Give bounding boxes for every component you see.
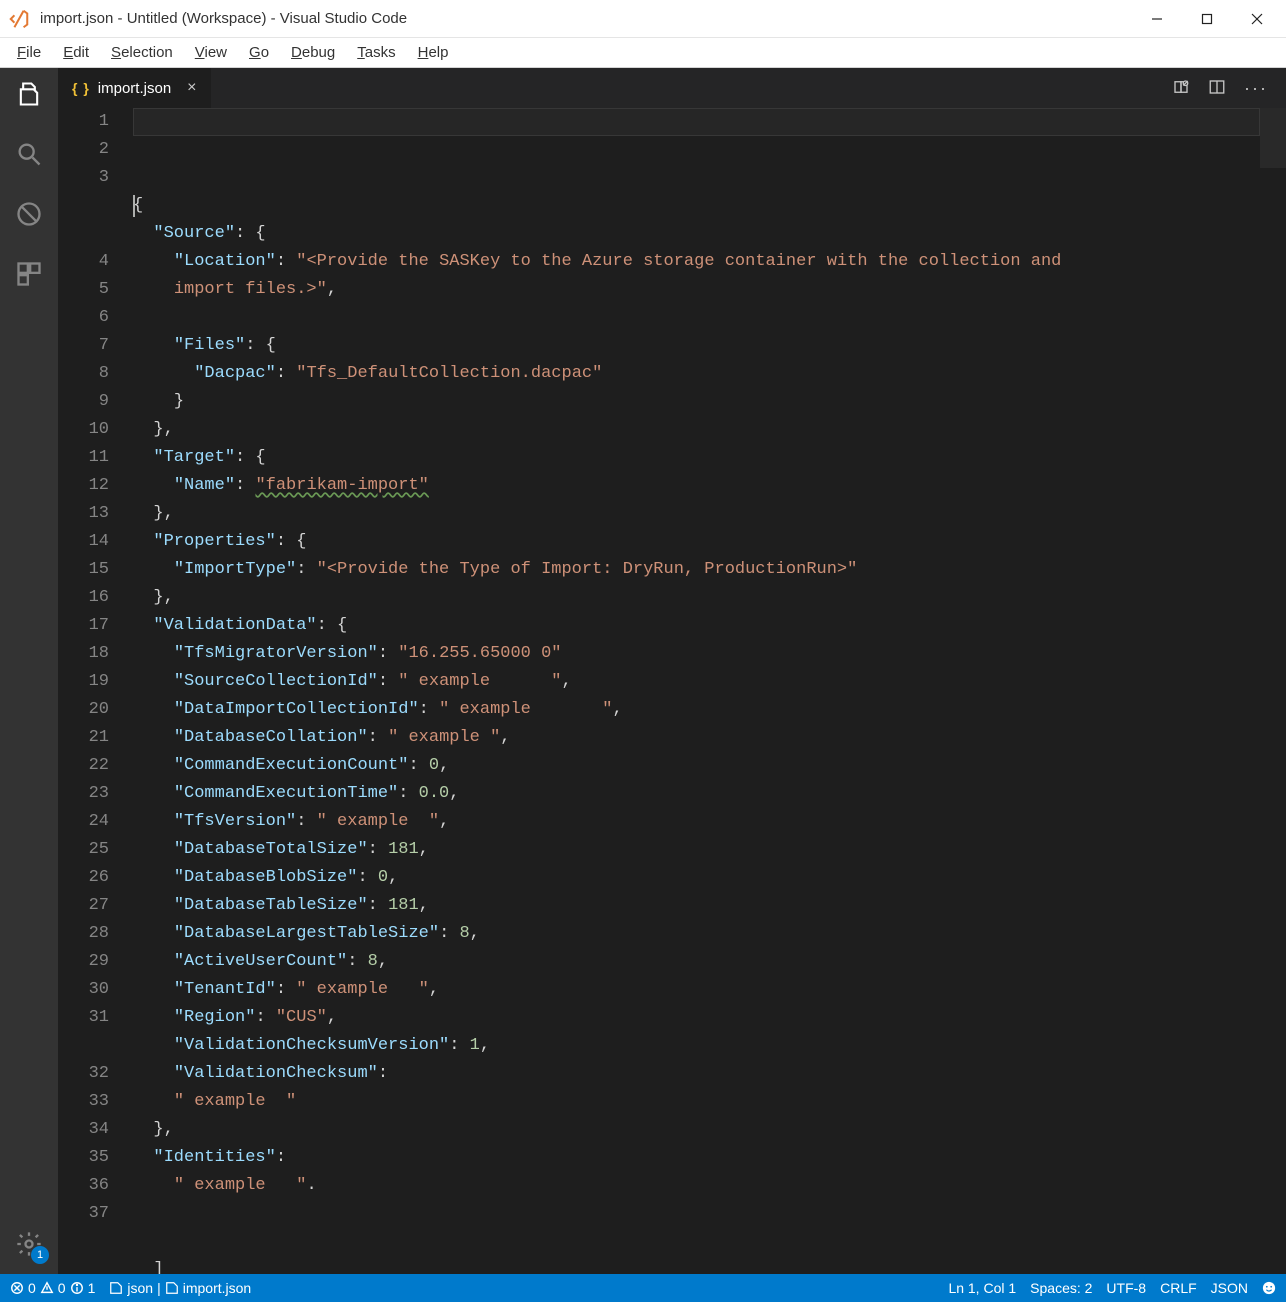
title-bar: import.json - Untitled (Workspace) - Vis… — [0, 0, 1286, 38]
status-eol[interactable]: CRLF — [1160, 1280, 1197, 1296]
activity-bar: 1 — [0, 68, 58, 1274]
editor-actions: ··· — [1172, 68, 1286, 108]
status-problems[interactable]: 0 0 1 — [10, 1280, 95, 1296]
minimap-viewport[interactable] — [1260, 108, 1286, 168]
maximize-button[interactable] — [1182, 0, 1232, 38]
editor-group: { } import.json × ··· 123 45678910111213… — [58, 68, 1286, 1274]
menu-bar: File Edit Selection View Go Debug Tasks … — [0, 38, 1286, 68]
tab-close-icon[interactable]: × — [187, 79, 196, 97]
json-file-icon: { } — [72, 80, 90, 96]
close-button[interactable] — [1232, 0, 1282, 38]
minimize-button[interactable] — [1132, 0, 1182, 38]
status-encoding[interactable]: UTF-8 — [1106, 1280, 1146, 1296]
status-feedback-icon[interactable] — [1262, 1281, 1276, 1295]
gutter: 123 456789101112131415161718192021222324… — [58, 108, 133, 1274]
menu-selection[interactable]: Selection — [100, 41, 184, 64]
split-editor-icon[interactable] — [1208, 78, 1226, 99]
status-ln-col[interactable]: Ln 1, Col 1 — [948, 1280, 1016, 1296]
window-title: import.json - Untitled (Workspace) - Vis… — [40, 10, 1132, 27]
tab-import-json[interactable]: { } import.json × — [58, 68, 212, 108]
menu-view[interactable]: View — [184, 41, 238, 64]
status-breadcrumb[interactable]: json | import.json — [109, 1280, 251, 1296]
menu-help[interactable]: Help — [407, 41, 460, 64]
status-errors-count: 0 — [28, 1280, 36, 1296]
vscode-logo-icon — [8, 8, 30, 30]
breadcrumb-file: import.json — [183, 1280, 251, 1296]
status-indent[interactable]: Spaces: 2 — [1030, 1280, 1092, 1296]
status-bar: 0 0 1 json | import.json Ln 1, Col 1 Spa… — [0, 1274, 1286, 1302]
window-controls — [1132, 0, 1282, 38]
settings-icon[interactable]: 1 — [13, 1228, 45, 1260]
menu-edit[interactable]: Edit — [52, 41, 100, 64]
minimap[interactable] — [1260, 108, 1286, 1274]
code[interactable]: { "Source": { "Location": "<Provide the … — [133, 108, 1260, 1274]
explorer-icon[interactable] — [13, 78, 45, 110]
status-language[interactable]: JSON — [1211, 1280, 1248, 1296]
settings-badge: 1 — [31, 1246, 49, 1264]
search-icon[interactable] — [13, 138, 45, 170]
tab-bar: { } import.json × ··· — [58, 68, 1286, 108]
menu-go[interactable]: Go — [238, 41, 280, 64]
debug-icon[interactable] — [13, 198, 45, 230]
menu-tasks[interactable]: Tasks — [346, 41, 406, 64]
menu-debug[interactable]: Debug — [280, 41, 346, 64]
editor[interactable]: 123 456789101112131415161718192021222324… — [58, 108, 1286, 1274]
status-info-count: 1 — [88, 1280, 96, 1296]
menu-file[interactable]: File — [6, 41, 52, 64]
active-line-highlight — [133, 108, 1260, 136]
extensions-icon[interactable] — [13, 258, 45, 290]
breadcrumb-folder: json — [127, 1280, 153, 1296]
more-actions-icon[interactable]: ··· — [1244, 78, 1268, 99]
compare-changes-icon[interactable] — [1172, 78, 1190, 99]
main-area: 1 { } import.json × ··· 123 456789101112… — [0, 68, 1286, 1274]
status-warnings-count: 0 — [58, 1280, 66, 1296]
tab-label: import.json — [98, 80, 171, 97]
